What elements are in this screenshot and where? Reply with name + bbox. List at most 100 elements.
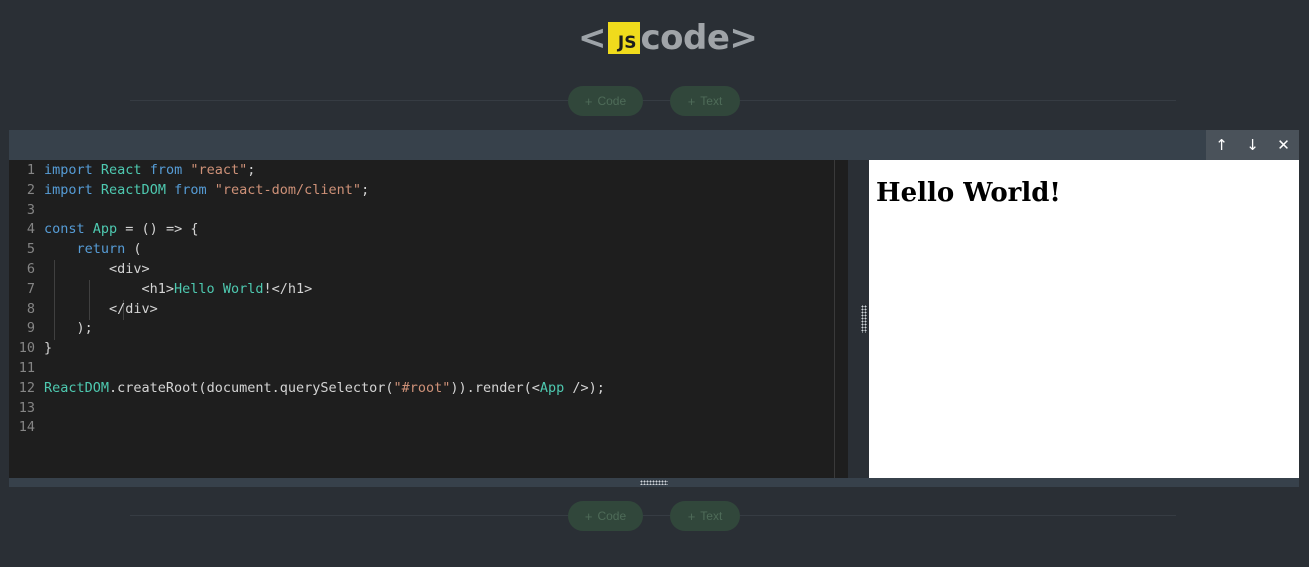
code-token: React <box>100 162 142 178</box>
plus-icon: + <box>584 508 593 524</box>
add-text-label: Text <box>700 509 723 523</box>
line-number: 14 <box>18 419 35 436</box>
code-token: </div> <box>44 300 158 317</box>
code-token: App <box>539 379 565 396</box>
code-line[interactable]: 6 <div> <box>9 259 150 279</box>
code-line[interactable]: 10} <box>9 338 52 358</box>
code-line[interactable]: 11 <box>9 358 44 378</box>
code-token: ); <box>44 320 93 337</box>
code-token: <div> <box>44 261 150 277</box>
code-token: Hello <box>174 280 215 297</box>
plus-icon: + <box>584 93 593 109</box>
add-code-button[interactable]: + Code <box>568 501 643 531</box>
code-token: import <box>44 162 93 178</box>
delete-cell-button[interactable]: ✕ <box>1268 130 1299 160</box>
move-up-button[interactable]: ↑ <box>1206 130 1237 160</box>
line-number: 8 <box>26 300 35 317</box>
code-token: return <box>76 241 126 258</box>
line-number: 6 <box>26 261 35 277</box>
logo-left-bracket: < <box>578 18 607 58</box>
move-down-button[interactable]: ↓ <box>1237 130 1268 160</box>
code-token: ; <box>361 181 370 198</box>
horizontal-grip-icon[interactable] <box>640 480 668 485</box>
line-number: 10 <box>18 340 35 357</box>
code-line[interactable]: 1 import React from "react"; <box>9 160 256 180</box>
add-code-button[interactable]: + Code <box>568 86 643 116</box>
code-token: ; <box>247 162 256 178</box>
code-line[interactable]: 7 <h1>Hello World!</h1> <box>9 279 312 299</box>
add-text-label: Text <box>700 94 723 108</box>
code-token: const <box>44 221 85 238</box>
logo-js-badge: JS <box>607 22 640 54</box>
line-number: 12 <box>18 379 35 396</box>
add-code-label: Code <box>597 94 627 108</box>
code-token: } <box>44 340 53 357</box>
preview-pane: Hello World! <box>869 160 1299 478</box>
code-token: ReactDOM <box>44 379 110 396</box>
code-token: render(< <box>474 379 540 396</box>
vertical-grip-icon[interactable] <box>861 305 867 333</box>
add-text-button[interactable]: + Text <box>670 501 740 531</box>
app-logo: < JS code > <box>578 18 758 58</box>
editor-scrollbar[interactable] <box>834 160 848 478</box>
line-number: 7 <box>26 280 35 297</box>
code-line[interactable]: 9 ); <box>9 318 93 338</box>
code-token: "react" <box>190 162 248 178</box>
code-line[interactable]: 4 const App = () => { <box>9 219 199 239</box>
line-number: 13 <box>18 399 35 416</box>
line-number: 5 <box>26 241 35 258</box>
add-cell-bar-bottom: + Code + Text <box>130 495 1176 537</box>
code-token: World <box>222 280 264 297</box>
code-token: .createRoot(document.querySelector( <box>109 379 394 396</box>
code-line[interactable]: 3 <box>9 200 44 220</box>
logo-word: code <box>640 18 730 58</box>
code-token: !</h1> <box>263 280 313 297</box>
code-line[interactable]: 2 import ReactDOM from "react-dom/client"… <box>9 180 369 200</box>
code-line[interactable]: 8 </div> <box>9 299 158 319</box>
logo-right-bracket: > <box>729 18 758 58</box>
code-editor[interactable]: 1 import React from "react"; 2 import React… <box>9 160 848 478</box>
add-text-button[interactable]: + Text <box>670 86 740 116</box>
code-line[interactable]: 13 <box>9 398 44 418</box>
code-token: from <box>174 181 207 198</box>
code-token: App <box>92 221 118 238</box>
plus-icon: + <box>687 93 696 109</box>
cell-toolbar: ↑ ↓ ✕ <box>9 130 1299 160</box>
cell-actions: ↑ ↓ ✕ <box>1206 130 1299 160</box>
preview-heading: Hello World! <box>876 178 1061 208</box>
line-number: 4 <box>26 221 35 238</box>
code-token: from <box>149 162 183 178</box>
code-token: <h1> <box>44 280 175 297</box>
plus-icon: + <box>687 508 696 524</box>
code-token: "react-dom/client" <box>214 181 362 198</box>
line-number: 2 <box>26 181 35 198</box>
add-code-label: Code <box>597 509 627 523</box>
arrow-down-icon: ↓ <box>1246 136 1259 154</box>
code-line[interactable]: 14 <box>9 417 44 437</box>
divider <box>130 100 1176 101</box>
code-token: = () => { <box>117 221 199 238</box>
code-token: ReactDOM <box>100 181 166 198</box>
line-number: 11 <box>18 360 35 376</box>
code-token: ( <box>125 241 142 258</box>
code-token: "#root" <box>393 379 451 396</box>
divider <box>130 515 1176 516</box>
line-number: 1 <box>26 162 35 178</box>
code-token: )). <box>450 379 475 396</box>
add-cell-bar-top: + Code + Text <box>130 80 1176 122</box>
code-line[interactable]: 5 return ( <box>9 239 142 259</box>
code-line[interactable]: 12 ReactDOM.createRoot(document.querySele… <box>9 378 605 398</box>
line-number: 9 <box>26 320 35 337</box>
code-token: />); <box>564 379 605 396</box>
line-number: 3 <box>26 201 35 218</box>
horizontal-resize-handle[interactable] <box>9 478 1299 487</box>
code-token: import <box>44 181 93 198</box>
